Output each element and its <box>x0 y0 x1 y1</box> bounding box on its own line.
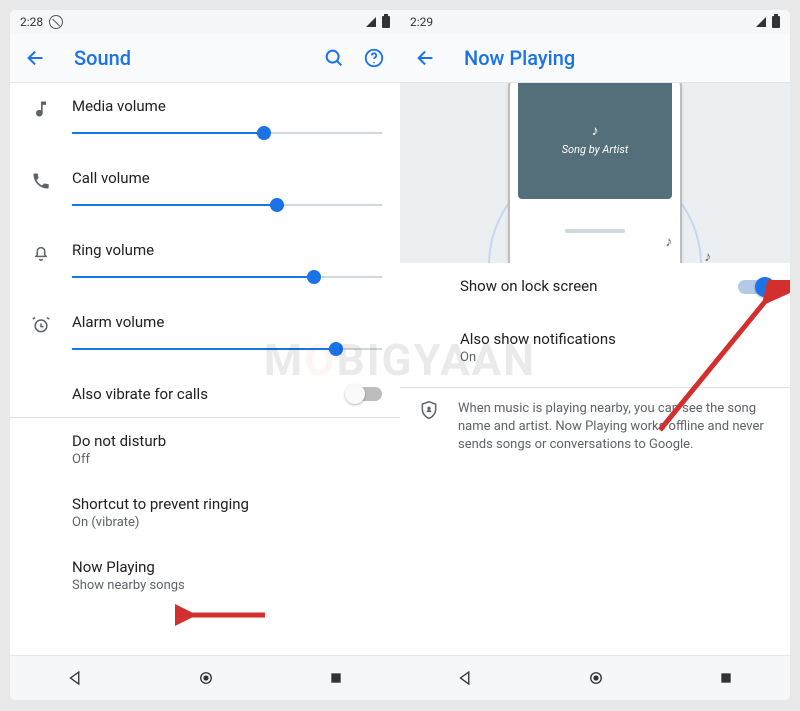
page-title: Sound <box>74 46 131 70</box>
bell-icon <box>31 243 51 263</box>
music-note-icon: ♪ <box>592 122 599 139</box>
shortcut-label: Shortcut to prevent ringing <box>72 495 382 513</box>
ring-volume-label: Ring volume <box>72 241 382 259</box>
also-show-notifications-sub: On <box>460 350 772 365</box>
help-button[interactable] <box>354 38 394 78</box>
clock: 2:29 <box>410 15 433 29</box>
nav-back-button[interactable] <box>456 669 474 687</box>
app-bar: Now Playing <box>400 34 790 83</box>
app-bar: Sound <box>10 34 400 83</box>
alarm-icon <box>31 315 51 335</box>
nav-back-icon <box>456 669 474 687</box>
battery-icon <box>382 16 390 28</box>
now-playing-row[interactable]: Now Playing Show nearby songs <box>10 544 400 607</box>
call-volume-label: Call volume <box>72 169 382 187</box>
ring-volume-slider[interactable] <box>72 269 382 285</box>
call-volume-slider[interactable] <box>72 197 382 213</box>
alarm-volume-label: Alarm volume <box>72 313 382 331</box>
shield-icon <box>419 400 439 420</box>
now-playing-sub: Show nearby songs <box>72 578 382 593</box>
arrow-back-icon <box>415 47 437 69</box>
nav-home-button[interactable] <box>587 669 605 687</box>
arrow-back-icon <box>25 47 47 69</box>
alarm-volume-row: Alarm volume <box>10 299 400 371</box>
status-bar: 2:28 <box>10 10 400 34</box>
media-volume-row: Media volume <box>10 83 400 155</box>
dnd-label: Do not disturb <box>72 432 382 450</box>
nav-recents-icon <box>328 670 344 686</box>
wifi-icon <box>366 17 376 27</box>
show-on-lock-screen-row[interactable]: Show on lock screen <box>400 263 790 312</box>
also-vibrate-toggle[interactable] <box>348 387 382 401</box>
nav-recents-button[interactable] <box>718 670 734 686</box>
wifi-icon <box>756 17 766 27</box>
alarm-volume-slider[interactable] <box>72 341 382 357</box>
search-icon <box>323 47 345 69</box>
show-on-lock-screen-label: Show on lock screen <box>460 277 772 295</box>
page-title: Now Playing <box>464 46 575 70</box>
also-show-notifications-row[interactable]: Also show notifications On <box>400 312 790 379</box>
nav-recents-button[interactable] <box>328 670 344 686</box>
nav-bar <box>10 655 400 700</box>
music-note-icon: ♪ <box>704 248 711 263</box>
info-row: When music is playing nearby, you can se… <box>400 388 790 467</box>
help-icon <box>363 47 385 69</box>
nav-home-icon <box>197 669 215 687</box>
call-volume-row: Call volume <box>10 155 400 227</box>
clock: 2:28 <box>20 15 43 29</box>
show-on-lock-screen-toggle[interactable] <box>738 280 772 294</box>
nav-bar <box>400 655 790 700</box>
ring-volume-row: Ring volume <box>10 227 400 299</box>
back-button[interactable] <box>406 38 446 78</box>
also-show-notifications-label: Also show notifications <box>460 330 772 348</box>
illustration: ♪ Song by Artist ♪ ♪ <box>400 83 790 263</box>
illustration-caption: Song by Artist <box>562 143 629 156</box>
search-button[interactable] <box>314 38 354 78</box>
media-volume-label: Media volume <box>72 97 382 115</box>
dnd-row[interactable]: Do not disturb Off <box>10 418 400 481</box>
also-vibrate-row[interactable]: Also vibrate for calls <box>10 371 400 417</box>
nav-home-button[interactable] <box>197 669 215 687</box>
music-note-icon: ♪ <box>665 233 672 250</box>
now-playing-label: Now Playing <box>72 558 382 576</box>
phone-now-playing-settings: 2:29 Now Playing ♪ <box>400 10 790 700</box>
dnd-sub: Off <box>72 452 382 467</box>
shortcut-row[interactable]: Shortcut to prevent ringing On (vibrate) <box>10 481 400 544</box>
nav-recents-icon <box>718 670 734 686</box>
nav-home-icon <box>587 669 605 687</box>
no-symbol-icon <box>49 15 63 29</box>
media-volume-slider[interactable] <box>72 125 382 141</box>
music-note-icon <box>31 99 51 119</box>
nav-back-button[interactable] <box>66 669 84 687</box>
back-button[interactable] <box>16 38 56 78</box>
status-bar: 2:29 <box>400 10 790 34</box>
phone-icon <box>31 171 51 191</box>
battery-icon <box>772 16 780 28</box>
also-vibrate-label: Also vibrate for calls <box>72 385 208 403</box>
shortcut-sub: On (vibrate) <box>72 515 382 530</box>
info-text: When music is playing nearby, you can se… <box>458 400 772 455</box>
phone-sound-settings: 2:28 Sound <box>10 10 400 700</box>
nav-back-icon <box>66 669 84 687</box>
